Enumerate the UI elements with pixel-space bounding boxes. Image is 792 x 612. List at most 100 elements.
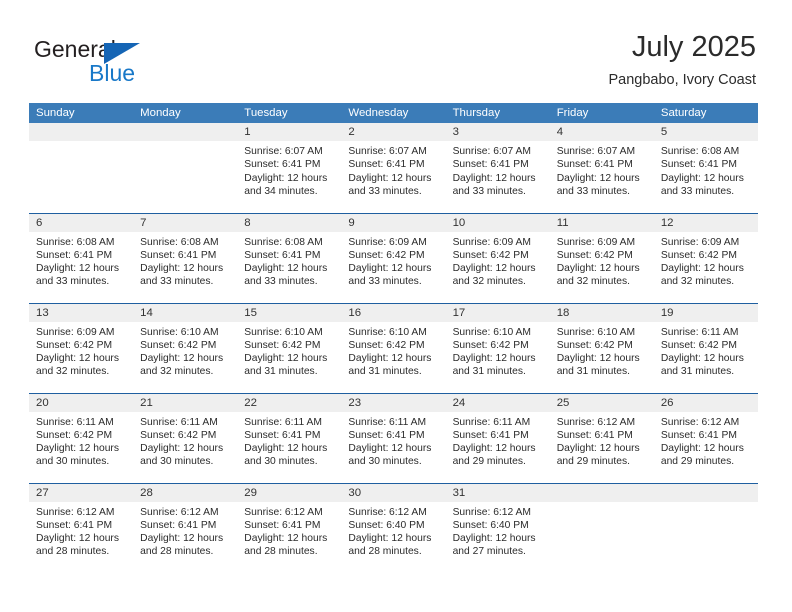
sunset-text: Sunset: 6:42 PM	[36, 429, 113, 441]
daylight-text-line2: and 34 minutes.	[244, 185, 318, 197]
calendar-day-cell[interactable]: 17 Sunrise: 6:10 AM Sunset: 6:42 PM Dayligh…	[445, 302, 550, 393]
daylight-text-line1: Daylight: 12 hours	[244, 353, 328, 365]
daylight-text-line1: Daylight: 12 hours	[244, 533, 328, 545]
sunset-text: Sunset: 6:42 PM	[348, 249, 425, 261]
daylight-text-line2: and 33 minutes.	[244, 276, 318, 288]
daylight-text-line2: and 33 minutes.	[348, 185, 422, 197]
sunset-text: Sunset: 6:42 PM	[348, 339, 425, 351]
calendar-day-cell[interactable]: 28 Sunrise: 6:12 AM Sunset: 6:41 PM Dayligh…	[133, 482, 238, 573]
day-number: 25	[549, 393, 654, 412]
calendar-day-cell[interactable]: 9 Sunrise: 6:09 AM Sunset: 6:42 PM Daylight…	[341, 212, 446, 303]
sunrise-text: Sunrise: 6:08 AM	[660, 146, 740, 157]
calendar-day-cell[interactable]: 5 Sunrise: 6:08 AM Sunset: 6:41 PM Daylight…	[653, 123, 758, 213]
calendar-day-cell[interactable]: 31 Sunrise: 6:12 AM Sunset: 6:40 PM Dayligh…	[445, 482, 550, 573]
daylight-text-line2: and 31 minutes.	[660, 366, 735, 378]
sunrise-text: Sunrise: 6:12 AM	[36, 506, 115, 518]
calendar-table: Sunday Monday Tuesday Wednesday Thursday Frid…	[29, 103, 758, 573]
daylight-text-line1: Daylight: 12 hours	[140, 443, 224, 455]
day-number: 17	[445, 303, 550, 322]
calendar-day-cell[interactable]: 19 Sunrise: 6:11 AM Sunset: 6:42 PM Dayligh…	[653, 302, 758, 393]
day-details: Sunrise: 6:09 AM Sunset: 6:42 PM Daylight:…	[29, 322, 133, 379]
calendar-day-cell[interactable]: 8 Sunrise: 6:08 AM Sunset: 6:41 PM Daylight…	[237, 212, 342, 303]
sunset-text: Sunset: 6:41 PM	[452, 429, 529, 441]
calendar-day-cell[interactable]: 15 Sunrise: 6:10 AM Sunset: 6:42 PM Dayligh…	[237, 302, 342, 393]
daylight-text-line1: Daylight: 12 hours	[140, 353, 224, 365]
day-number: 11	[549, 213, 654, 232]
calendar-day-cell[interactable]: 1 Sunrise: 6:07 AM Sunset: 6:41 PM Daylight…	[237, 123, 342, 213]
weekday-header-monday: Monday	[133, 103, 238, 123]
calendar-day-cell[interactable]: 21 Sunrise: 6:11 AM Sunset: 6:42 PM Dayligh…	[133, 392, 238, 483]
calendar-day-cell[interactable]: 11 Sunrise: 6:09 AM Sunset: 6:42 PM Dayligh…	[549, 212, 654, 303]
sunrise-text: Sunrise: 6:07 AM	[556, 146, 636, 157]
sunset-text: Sunset: 6:41 PM	[348, 429, 425, 441]
calendar-body: 1 Sunrise: 6:07 AM Sunset: 6:41 PM Daylight…	[29, 123, 758, 573]
daylight-text-line1: Daylight: 12 hours	[452, 263, 536, 275]
day-number: 22	[237, 393, 342, 412]
daylight-text-line1: Daylight: 12 hours	[452, 533, 536, 545]
sunset-text: Sunset: 6:42 PM	[660, 249, 737, 261]
day-number: 21	[133, 393, 238, 412]
calendar-day-cell[interactable]: 13 Sunrise: 6:09 AM Sunset: 6:42 PM Dayligh…	[29, 302, 134, 393]
sunrise-text: Sunrise: 6:10 AM	[452, 326, 531, 338]
daylight-text-line2: and 33 minutes.	[660, 185, 735, 197]
calendar-day-cell[interactable]: 27 Sunrise: 6:12 AM Sunset: 6:41 PM Dayligh…	[29, 482, 134, 573]
calendar-day-cell[interactable]: 14 Sunrise: 6:10 AM Sunset: 6:42 PM Dayligh…	[133, 302, 238, 393]
daylight-text-line2: and 28 minutes.	[244, 546, 318, 558]
day-details: Sunrise: 6:09 AM Sunset: 6:42 PM Daylight:…	[446, 232, 550, 289]
calendar-day-cell[interactable]: 10 Sunrise: 6:09 AM Sunset: 6:42 PM Dayligh…	[445, 212, 550, 303]
calendar-day-cell[interactable]: 16 Sunrise: 6:10 AM Sunset: 6:42 PM Dayligh…	[341, 302, 446, 393]
sunrise-text: Sunrise: 6:10 AM	[140, 326, 219, 338]
sunrise-text: Sunrise: 6:11 AM	[36, 416, 114, 428]
day-details: Sunrise: 6:12 AM Sunset: 6:41 PM Daylight:…	[133, 502, 237, 559]
calendar-day-cell[interactable]: 29 Sunrise: 6:12 AM Sunset: 6:41 PM Dayligh…	[237, 482, 342, 573]
calendar-day-cell[interactable]: 2 Sunrise: 6:07 AM Sunset: 6:41 PM Daylight…	[341, 123, 446, 213]
day-number: 24	[445, 393, 550, 412]
calendar-day-cell[interactable]: 3 Sunrise: 6:07 AM Sunset: 6:41 PM Daylight…	[445, 123, 550, 213]
sunset-text: Sunset: 6:42 PM	[244, 339, 321, 351]
weekday-header-friday: Friday	[549, 103, 654, 123]
calendar-day-cell[interactable]: 26 Sunrise: 6:12 AM Sunset: 6:41 PM Dayligh…	[653, 392, 758, 483]
daylight-text-line1: Daylight: 12 hours	[348, 443, 432, 455]
logo-general-blue[interactable]: General Blue	[34, 36, 234, 88]
day-details: Sunrise: 6:07 AM Sunset: 6:41 PM Daylight:…	[446, 141, 550, 198]
day-number: 12	[653, 213, 758, 232]
calendar-day-cell[interactable]: 25 Sunrise: 6:12 AM Sunset: 6:41 PM Dayligh…	[549, 392, 654, 483]
calendar-day-cell[interactable]: 6 Sunrise: 6:08 AM Sunset: 6:41 PM Daylight…	[29, 212, 134, 303]
day-details: Sunrise: 6:10 AM Sunset: 6:42 PM Daylight:…	[446, 322, 550, 379]
day-number: 5	[653, 123, 758, 141]
calendar-week-row: 27 Sunrise: 6:12 AM Sunset: 6:41 PM Dayligh…	[29, 482, 758, 573]
day-details: Sunrise: 6:11 AM Sunset: 6:42 PM Daylight:…	[654, 322, 758, 379]
calendar-day-cell[interactable]: 24 Sunrise: 6:11 AM Sunset: 6:41 PM Dayligh…	[445, 392, 550, 483]
calendar-week-row: 6 Sunrise: 6:08 AM Sunset: 6:41 PM Daylight…	[29, 212, 758, 303]
daylight-text-line2: and 31 minutes.	[348, 366, 422, 378]
sunset-text: Sunset: 6:41 PM	[452, 159, 529, 171]
daylight-text-line1: Daylight: 12 hours	[452, 353, 536, 365]
day-number: 16	[341, 303, 446, 322]
daylight-text-line2: and 29 minutes.	[452, 456, 526, 468]
calendar-day-cell[interactable]: 7 Sunrise: 6:08 AM Sunset: 6:41 PM Daylight…	[133, 212, 238, 303]
sunset-text: Sunset: 6:41 PM	[140, 249, 217, 261]
calendar-day-cell[interactable]: 23 Sunrise: 6:11 AM Sunset: 6:41 PM Dayligh…	[341, 392, 446, 483]
calendar-day-cell[interactable]: 30 Sunrise: 6:12 AM Sunset: 6:40 PM Dayligh…	[341, 482, 446, 573]
calendar-day-cell[interactable]: 12 Sunrise: 6:09 AM Sunset: 6:42 PM Dayligh…	[653, 212, 758, 303]
daylight-text-line2: and 33 minutes.	[452, 185, 526, 197]
day-details: Sunrise: 6:11 AM Sunset: 6:41 PM Daylight:…	[237, 412, 341, 469]
day-details: Sunrise: 6:09 AM Sunset: 6:42 PM Daylight:…	[654, 232, 758, 289]
daylight-text-line1: Daylight: 12 hours	[140, 533, 224, 545]
calendar-week-row: 20 Sunrise: 6:11 AM Sunset: 6:42 PM Dayligh…	[29, 392, 758, 483]
sunrise-text: Sunrise: 6:11 AM	[244, 416, 322, 428]
calendar-day-cell[interactable]: 22 Sunrise: 6:11 AM Sunset: 6:41 PM Dayligh…	[237, 392, 342, 483]
day-number-band	[133, 123, 238, 141]
calendar-day-cell[interactable]: 4 Sunrise: 6:07 AM Sunset: 6:41 PM Daylight…	[549, 123, 654, 213]
sunrise-text: Sunrise: 6:10 AM	[348, 326, 427, 338]
day-details: Sunrise: 6:10 AM Sunset: 6:42 PM Daylight:…	[341, 322, 445, 379]
sunset-text: Sunset: 6:41 PM	[244, 519, 321, 531]
day-details: Sunrise: 6:12 AM Sunset: 6:41 PM Daylight:…	[29, 502, 133, 559]
calendar-day-cell[interactable]: 20 Sunrise: 6:11 AM Sunset: 6:42 PM Dayligh…	[29, 392, 134, 483]
daylight-text-line1: Daylight: 12 hours	[244, 172, 328, 184]
daylight-text-line1: Daylight: 12 hours	[452, 443, 536, 455]
daylight-text-line2: and 27 minutes.	[452, 546, 526, 558]
day-details: Sunrise: 6:12 AM Sunset: 6:41 PM Daylight:…	[237, 502, 341, 559]
calendar-day-cell[interactable]: 18 Sunrise: 6:10 AM Sunset: 6:42 PM Dayligh…	[549, 302, 654, 393]
sunset-text: Sunset: 6:41 PM	[660, 429, 737, 441]
